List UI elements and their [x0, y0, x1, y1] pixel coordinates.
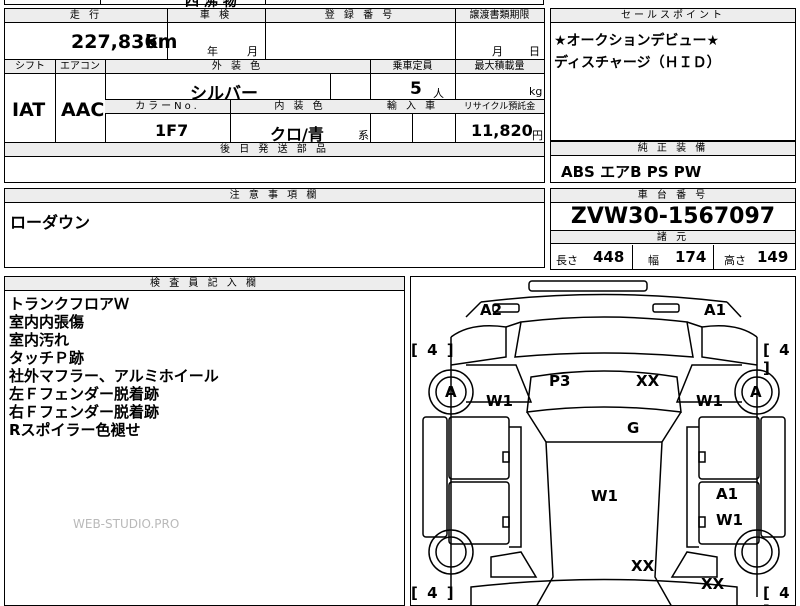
- caution-text: ローダウン: [10, 213, 91, 232]
- dimensions-header: 諸 元: [656, 232, 690, 243]
- capacity-header: 乗車定員: [392, 61, 433, 72]
- sales-point-header: セールスポイント: [621, 10, 725, 21]
- note-item: 室内内張傷: [9, 313, 85, 331]
- vehicle-info-panel: 走 行 車 検 登 録 番 号 譲渡書類期限 227,836 km 年 月 月 …: [4, 8, 545, 183]
- standard-equipment-value: ABS エアB PS PW: [561, 163, 702, 181]
- damage-mark: W1: [486, 392, 513, 410]
- tire-count-rear-left: [ 4 ]: [411, 584, 456, 602]
- caution-panel: 注 意 事 項 欄 ローダウン: [4, 188, 545, 268]
- transfer-month-unit: 月: [492, 45, 503, 58]
- length-label: 長さ: [556, 254, 578, 267]
- inspector-notes-header: 検 査 員 記 入 欄: [150, 278, 259, 289]
- damage-mark: G: [627, 419, 640, 437]
- damage-mark: A1: [716, 485, 739, 503]
- damage-mark: W1: [696, 392, 723, 410]
- caution-header: 注 意 事 項 欄: [229, 190, 320, 201]
- car-diagram-panel: [ 4 ] [ 4 ] [ 4 ] [ 4 ] A2 A1 A A W1 W1 …: [410, 276, 796, 606]
- sales-point-2: ディスチャージ（ＨＩＤ）: [554, 55, 721, 71]
- note-item: タッチＰ跡: [9, 349, 85, 367]
- color-no-header: カラーNo.: [135, 101, 200, 112]
- aircon-header: エアコン: [60, 61, 100, 72]
- interior-color-suffix: 系: [358, 129, 369, 142]
- import-header: 輸 入 車: [386, 101, 439, 112]
- shift-header: シフト: [15, 61, 45, 72]
- max-load-unit: kg: [529, 85, 543, 98]
- tire-count-rear-right: [ 4 ]: [763, 584, 792, 605]
- length-value: 448: [593, 248, 625, 266]
- damage-mark: A: [750, 383, 762, 401]
- sales-point-panel: セールスポイント ★オークションデビュー★ ディスチャージ（ＨＩＤ）: [550, 8, 796, 141]
- shift-value: IAT: [12, 99, 46, 121]
- chassis-panel: 車 台 番 号 ZVW30-1567097 諸 元 長さ 448 幅 174 高…: [550, 188, 796, 270]
- note-item: Rスポイラー色褪せ: [9, 421, 141, 439]
- damage-mark: A2: [480, 301, 503, 319]
- width-value: 174: [675, 248, 707, 266]
- note-item: 社外マフラー、アルミホイール: [9, 367, 219, 385]
- inspection-header: 車 検: [199, 10, 233, 21]
- exterior-color-header: 外 装 色: [211, 61, 264, 72]
- watermark: WEB-STUDIO.PRO: [73, 517, 180, 531]
- tire-count-front-left: [ 4 ]: [411, 341, 456, 359]
- width-label: 幅: [648, 254, 659, 267]
- note-item: 右Ｆフェンダー脱着跡: [9, 403, 160, 421]
- note-item: トランクフロアＷ: [9, 295, 130, 313]
- inspector-notes-panel: 検 査 員 記 入 欄 トランクフロアＷ 室内内張傷 室内汚れ タッチＰ跡 社外…: [4, 276, 405, 606]
- damage-mark: A: [445, 383, 457, 401]
- color-no-value: 1F7: [155, 121, 189, 140]
- damage-mark: XX: [701, 575, 725, 593]
- damage-mark: A1: [704, 301, 727, 319]
- inspection-month-unit: 月: [247, 45, 258, 58]
- interior-color-header: 内 装 色: [274, 101, 326, 112]
- aircon-value: AAC: [61, 99, 105, 121]
- car-diagram: [422, 280, 786, 605]
- tire-count-front-right: [ 4 ]: [763, 341, 792, 377]
- height-value: 149: [757, 248, 789, 266]
- inspector-notes-list: トランクフロアＷ 室内内張傷 室内汚れ タッチＰ跡 社外マフラー、アルミホイール…: [9, 295, 399, 439]
- mileage-unit: km: [145, 31, 178, 53]
- damage-mark: XX: [636, 372, 660, 390]
- damage-mark: P3: [549, 372, 571, 390]
- standard-equipment-header: 純 正 装 備: [637, 143, 709, 154]
- mileage-header: 走 行: [69, 10, 103, 21]
- standard-equipment-panel: 純 正 装 備 ABS エアB PS PW: [550, 141, 796, 183]
- max-load-header: 最大積載量: [474, 61, 525, 72]
- registration-header: 登 録 番 号: [324, 10, 396, 21]
- inspection-year-unit: 年: [207, 45, 218, 58]
- recycle-fee-unit: 円: [532, 129, 543, 142]
- transfer-deadline-header: 譲渡書類期限: [469, 10, 530, 21]
- chassis-value: ZVW30-1567097: [570, 204, 776, 229]
- note-item: 左Ｆフェンダー脱着跡: [9, 385, 160, 403]
- damage-mark: W1: [591, 487, 618, 505]
- sales-point-1: ★オークションデビュー★: [554, 33, 720, 49]
- later-parts-header: 後 日 発 送 部 品: [220, 144, 329, 155]
- note-item: 室内汚れ: [9, 331, 70, 349]
- damage-mark: XX: [631, 557, 655, 575]
- capacity-value: 5: [410, 79, 422, 99]
- height-label: 高さ: [724, 254, 746, 267]
- top-partial-row: 四 沸 物: [0, 0, 800, 10]
- damage-mark: W1: [716, 511, 743, 529]
- chassis-header: 車 台 番 号: [637, 190, 709, 201]
- recycle-fee-value: 11,820: [471, 121, 533, 140]
- transfer-day-unit: 日: [529, 45, 540, 58]
- recycle-fee-header: リサイクル預託金: [463, 102, 536, 112]
